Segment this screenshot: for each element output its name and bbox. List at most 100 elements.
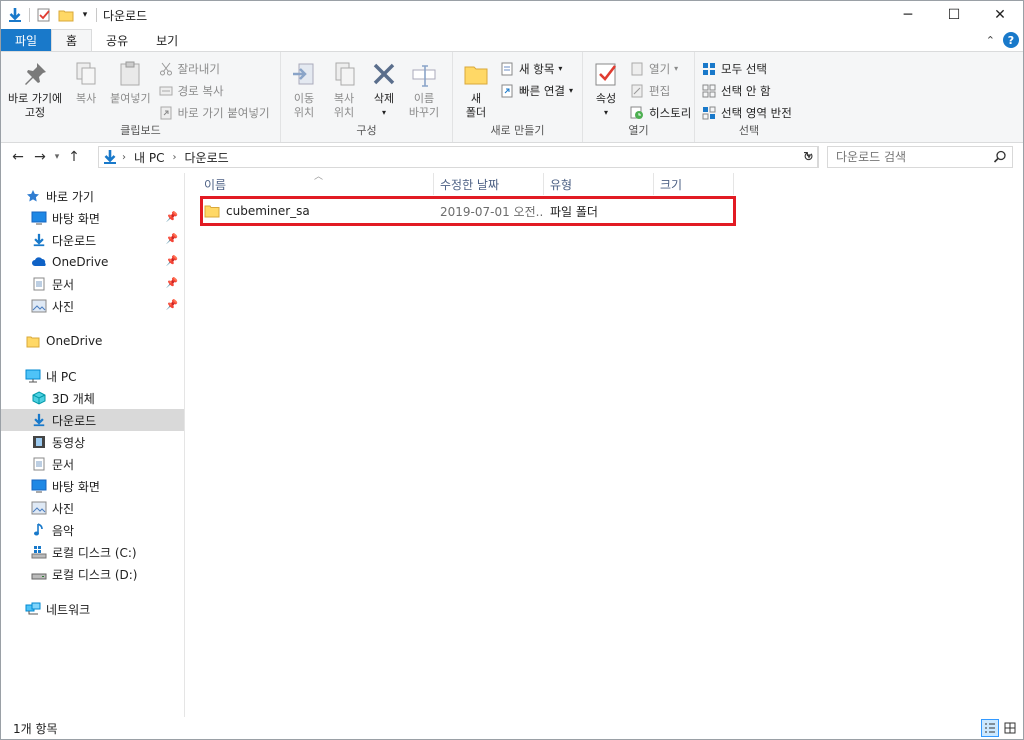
breadcrumb-chevron-icon[interactable]: › <box>168 152 180 163</box>
properties-check-icon[interactable] <box>36 7 52 23</box>
paste-shortcut-icon <box>158 105 174 121</box>
nav-desktop[interactable]: 바탕 화면 <box>1 475 184 497</box>
invert-selection-icon <box>701 105 717 121</box>
forward-arrow-icon[interactable]: → <box>29 145 51 169</box>
details-view-icon[interactable] <box>981 719 999 737</box>
back-arrow-icon[interactable]: ← <box>7 145 29 169</box>
edit-label: 편집 <box>649 83 671 98</box>
new-folder-icon[interactable] <box>58 7 74 23</box>
search-input[interactable] <box>828 150 988 164</box>
ribbon-collapse-icon[interactable]: ⌃ <box>986 34 995 47</box>
nav-documents[interactable]: 문서 <box>1 453 184 475</box>
copy-path-button[interactable]: 경로 복사 <box>155 80 273 101</box>
properties-dropdown-icon[interactable]: ▾ <box>604 106 608 120</box>
column-header-name[interactable]: 이름 <box>198 173 434 195</box>
pin-icon[interactable]: 📌 <box>166 300 178 311</box>
paste-shortcut-button[interactable]: 바로 가기 붙여넣기 <box>155 102 273 123</box>
copy-to-line2: 위치 <box>333 106 355 119</box>
organize-group-label: 구성 <box>356 124 377 137</box>
pin-icon[interactable]: 📌 <box>166 234 178 245</box>
rename-line1: 이름 <box>413 92 435 105</box>
copy-path-icon <box>158 83 174 99</box>
select-group: 모두 선택 선택 안 함 선택 영역 반전 선택 <box>695 52 803 142</box>
nav-local-disk-d[interactable]: 로컬 디스크 (D:) <box>1 563 184 585</box>
download-arrow-icon <box>31 412 47 428</box>
new-item-button[interactable]: 새 항목 ▾ <box>496 58 576 79</box>
nav-quick-documents[interactable]: 문서 📌 <box>1 273 184 295</box>
nav-label: 다운로드 <box>52 413 97 428</box>
minimize-button[interactable]: ─ <box>885 1 931 29</box>
copy-icon <box>70 58 102 90</box>
up-arrow-icon[interactable]: ↑ <box>63 145 85 169</box>
toolbar-separator <box>29 8 30 22</box>
nav-local-disk-c[interactable]: 로컬 디스크 (C:) <box>1 541 184 563</box>
nav-videos[interactable]: 동영상 <box>1 431 184 453</box>
nav-network[interactable]: 네트워크 <box>1 598 184 620</box>
tab-view[interactable]: 보기 <box>142 29 192 51</box>
cloud-icon <box>31 254 47 270</box>
copy-to-icon <box>328 58 360 90</box>
select-all-button[interactable]: 모두 선택 <box>698 58 795 79</box>
document-icon <box>31 276 47 292</box>
delete-dropdown-icon[interactable]: ▾ <box>382 106 386 120</box>
open-button[interactable]: 열기 ▾ <box>626 58 694 79</box>
nav-quick-onedrive[interactable]: OneDrive 📌 <box>1 251 184 273</box>
nav-quick-pictures[interactable]: 사진 📌 <box>1 295 184 317</box>
easy-access-button[interactable]: 빠른 연결 ▾ <box>496 80 576 101</box>
edit-button[interactable]: 편집 <box>626 80 694 101</box>
invert-selection-button[interactable]: 선택 영역 반전 <box>698 102 795 123</box>
open-label: 열기 <box>649 61 671 76</box>
tab-share[interactable]: 공유 <box>92 29 142 51</box>
delete-x-icon <box>368 58 400 90</box>
nav-quick-access[interactable]: 바로 가기 <box>1 185 184 207</box>
history-button[interactable]: 히스토리 <box>626 102 694 123</box>
nav-label: 바로 가기 <box>46 189 94 204</box>
nav-label: 다운로드 <box>52 233 97 248</box>
invert-selection-label: 선택 영역 반전 <box>721 105 792 120</box>
nav-downloads[interactable]: 다운로드 <box>1 409 184 431</box>
nav-quick-downloads[interactable]: 다운로드 📌 <box>1 229 184 251</box>
explorer-window: ▾ 다운로드 ─ ☐ ✕ 파일 홈 공유 보기 ⌃ ? 바로 가기에 고정 복사… <box>0 0 1024 740</box>
nav-onedrive[interactable]: OneDrive <box>1 330 184 352</box>
pin-icon[interactable]: 📌 <box>166 278 178 289</box>
search-box[interactable] <box>827 146 1013 168</box>
help-icon[interactable]: ? <box>1003 32 1019 48</box>
pin-icon[interactable]: 📌 <box>166 212 178 223</box>
breadcrumb-downloads[interactable]: 다운로드 <box>180 149 232 166</box>
pin-label-line1: 바로 가기에 <box>8 92 63 105</box>
select-none-button[interactable]: 선택 안 함 <box>698 80 795 101</box>
large-icons-view-icon[interactable] <box>1001 719 1019 737</box>
nav-pictures[interactable]: 사진 <box>1 497 184 519</box>
column-header-type[interactable]: 유형 <box>544 173 654 195</box>
refresh-icon[interactable]: ↻ <box>799 146 819 168</box>
breadcrumb-chevron-icon[interactable]: › <box>118 152 130 163</box>
history-label: 히스토리 <box>649 105 692 120</box>
close-button[interactable]: ✕ <box>977 1 1023 29</box>
maximize-button[interactable]: ☐ <box>931 1 977 29</box>
nav-quick-desktop[interactable]: 바탕 화면 📌 <box>1 207 184 229</box>
navigation-row: ← → ▾ ↑ › 내 PC › 다운로드 ▾ ↻ <box>1 143 1023 171</box>
new-group: 새 폴더 새 항목 ▾ 빠른 연결 ▾ 새로 만들기 <box>453 52 583 142</box>
nav-music[interactable]: 음악 <box>1 519 184 541</box>
delete-label: 삭제 <box>373 92 395 105</box>
nav-label: 로컬 디스크 (C:) <box>52 545 137 560</box>
nav-3d-objects[interactable]: 3D 개체 <box>1 387 184 409</box>
breadcrumb-this-pc[interactable]: 내 PC <box>130 149 168 166</box>
nav-this-pc[interactable]: 내 PC <box>1 365 184 387</box>
drive-icon <box>31 566 47 582</box>
nav-label: 내 PC <box>46 369 77 384</box>
address-bar[interactable]: › 내 PC › 다운로드 ▾ <box>98 146 818 168</box>
cut-button[interactable]: 잘라내기 <box>155 58 273 79</box>
qat-dropdown-icon[interactable]: ▾ <box>80 7 90 23</box>
tab-file[interactable]: 파일 <box>1 29 51 51</box>
easy-access-icon <box>499 83 515 99</box>
clipboard-group-label: 클립보드 <box>120 124 161 137</box>
tab-home[interactable]: 홈 <box>51 29 93 51</box>
select-all-label: 모두 선택 <box>721 61 767 76</box>
column-header-modified[interactable]: 수정한 날짜 <box>434 173 544 195</box>
search-icon[interactable] <box>992 149 1008 165</box>
star-icon <box>25 188 41 204</box>
pin-icon[interactable]: 📌 <box>166 256 178 267</box>
recent-locations-chevron-icon[interactable]: ▾ <box>51 145 63 169</box>
column-header-size[interactable]: 크기 <box>654 173 734 195</box>
